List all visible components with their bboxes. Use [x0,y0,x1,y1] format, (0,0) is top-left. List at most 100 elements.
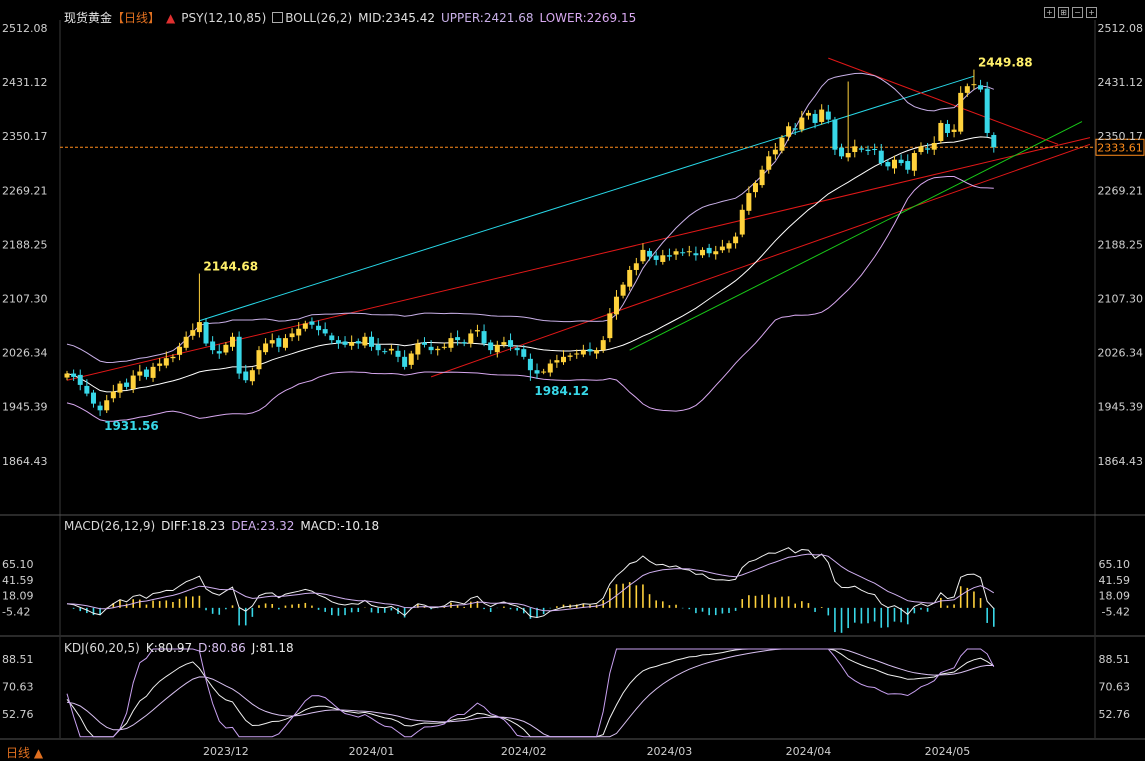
candle-body [263,343,269,353]
candle-body [805,112,811,116]
candle-body [137,371,143,376]
candle-body [547,363,553,373]
candle-body [157,363,163,366]
y-tick-label-right: 2107.30 [1098,292,1144,305]
psy-icon[interactable]: ▲ [166,11,175,25]
candle-body [686,251,692,253]
candle-body [872,149,878,151]
macd-dea: DEA:23.32 [231,519,295,533]
period-label[interactable]: 【日线】 [112,11,160,25]
candle-body [620,284,626,296]
candle-body [388,348,394,351]
crosshair-icon[interactable]: + [1044,7,1055,18]
candle-body [64,373,70,378]
candle-body [230,336,235,347]
candle-body [733,236,739,244]
price-annotation: 2144.68 [203,260,258,274]
kdj-tick-left: 88.51 [2,653,34,666]
candle-body [825,111,831,120]
candle-body [898,159,904,164]
boll-mid: MID:2345.42 [358,11,435,25]
instrument-title: 现货黄金 [64,11,113,25]
zoom-out-icon[interactable]: − [1072,7,1083,18]
candle-body [329,335,335,341]
candle-body [110,391,116,399]
candle-body [878,150,884,164]
candle-body [84,385,90,394]
candle-body [508,340,514,347]
kdj-k-line [66,648,995,738]
last-price-label: 2333.61 [1097,141,1143,154]
candle-body [369,336,375,347]
candle-body [911,153,917,171]
candle-body [653,255,659,260]
kdj-d: D:80.86 [198,641,246,655]
psy-label[interactable]: PSY(12,10,85) [181,11,266,25]
candle-body [501,342,507,345]
candle-body [421,342,427,345]
candle-body [666,255,672,257]
candle-body [335,340,341,344]
y-tick-label-left: 1864.43 [2,455,48,468]
y-tick-label-left: 2431.12 [2,76,48,89]
candle-body [90,392,96,404]
zoom-in-icon[interactable]: + [1086,7,1097,18]
candle-body [594,350,600,354]
candle-body [203,322,209,344]
candle-body [905,161,911,170]
y-tick-label-left: 2188.25 [2,238,48,251]
candle-body [382,351,388,353]
kdj-tick-left: 70.63 [2,681,34,694]
candle-body [435,348,441,351]
macd-tick-right: 65.10 [1099,558,1131,571]
fit-icon[interactable]: ⊞ [1058,7,1069,18]
candle-body [183,336,189,348]
candle-body [865,149,871,152]
candle-body [296,328,302,336]
macd-tick-right: -5.42 [1102,606,1130,619]
candle-body [514,347,520,351]
trend-lines: 2333.61 [60,57,1145,381]
candle-body [527,358,533,371]
period-tab[interactable]: 日线 ▲ [6,744,43,761]
candle-body [819,109,825,122]
candle-body [216,351,222,354]
grid-lines [0,20,1145,740]
candle-body [931,142,937,150]
candle-body [554,360,560,363]
candle-body [706,247,712,254]
macd-tick-left: 65.10 [2,558,34,571]
candle-body [402,356,408,367]
x-tick-label: 2024/03 [647,745,693,758]
y-tick-label-right: 2269.21 [1098,184,1144,197]
candle-body [415,343,421,355]
candle-body [640,249,646,262]
candle-body [71,373,77,377]
y-tick-label-right: 2512.08 [1098,22,1144,35]
candle-body [441,346,447,348]
candle-body [150,366,156,378]
candle-body [786,126,792,137]
candle-body [143,369,149,377]
candle-body [779,137,785,151]
boll-label[interactable]: BOLL(26,2) [285,11,352,25]
kdj-tick-right: 52.76 [1099,708,1131,721]
candle-body [759,169,765,186]
candle-body [792,128,798,130]
macd-label[interactable]: MACD(26,12,9) [64,519,155,533]
candle-body [600,340,606,351]
candle-body [700,249,706,256]
candle-body [408,353,414,365]
candle-body [726,243,732,249]
candle-body [97,405,103,411]
candle-body [177,346,183,355]
x-tick-label: 2024/02 [501,745,547,758]
candle-body [739,209,745,235]
kdj-label[interactable]: KDJ(60,20,5) [64,641,140,655]
candle-body [309,321,315,325]
candle-body [196,322,202,333]
candle-body [190,330,196,336]
candle-body [660,255,666,262]
candle-body [693,253,699,256]
boll-icon[interactable] [272,12,284,23]
